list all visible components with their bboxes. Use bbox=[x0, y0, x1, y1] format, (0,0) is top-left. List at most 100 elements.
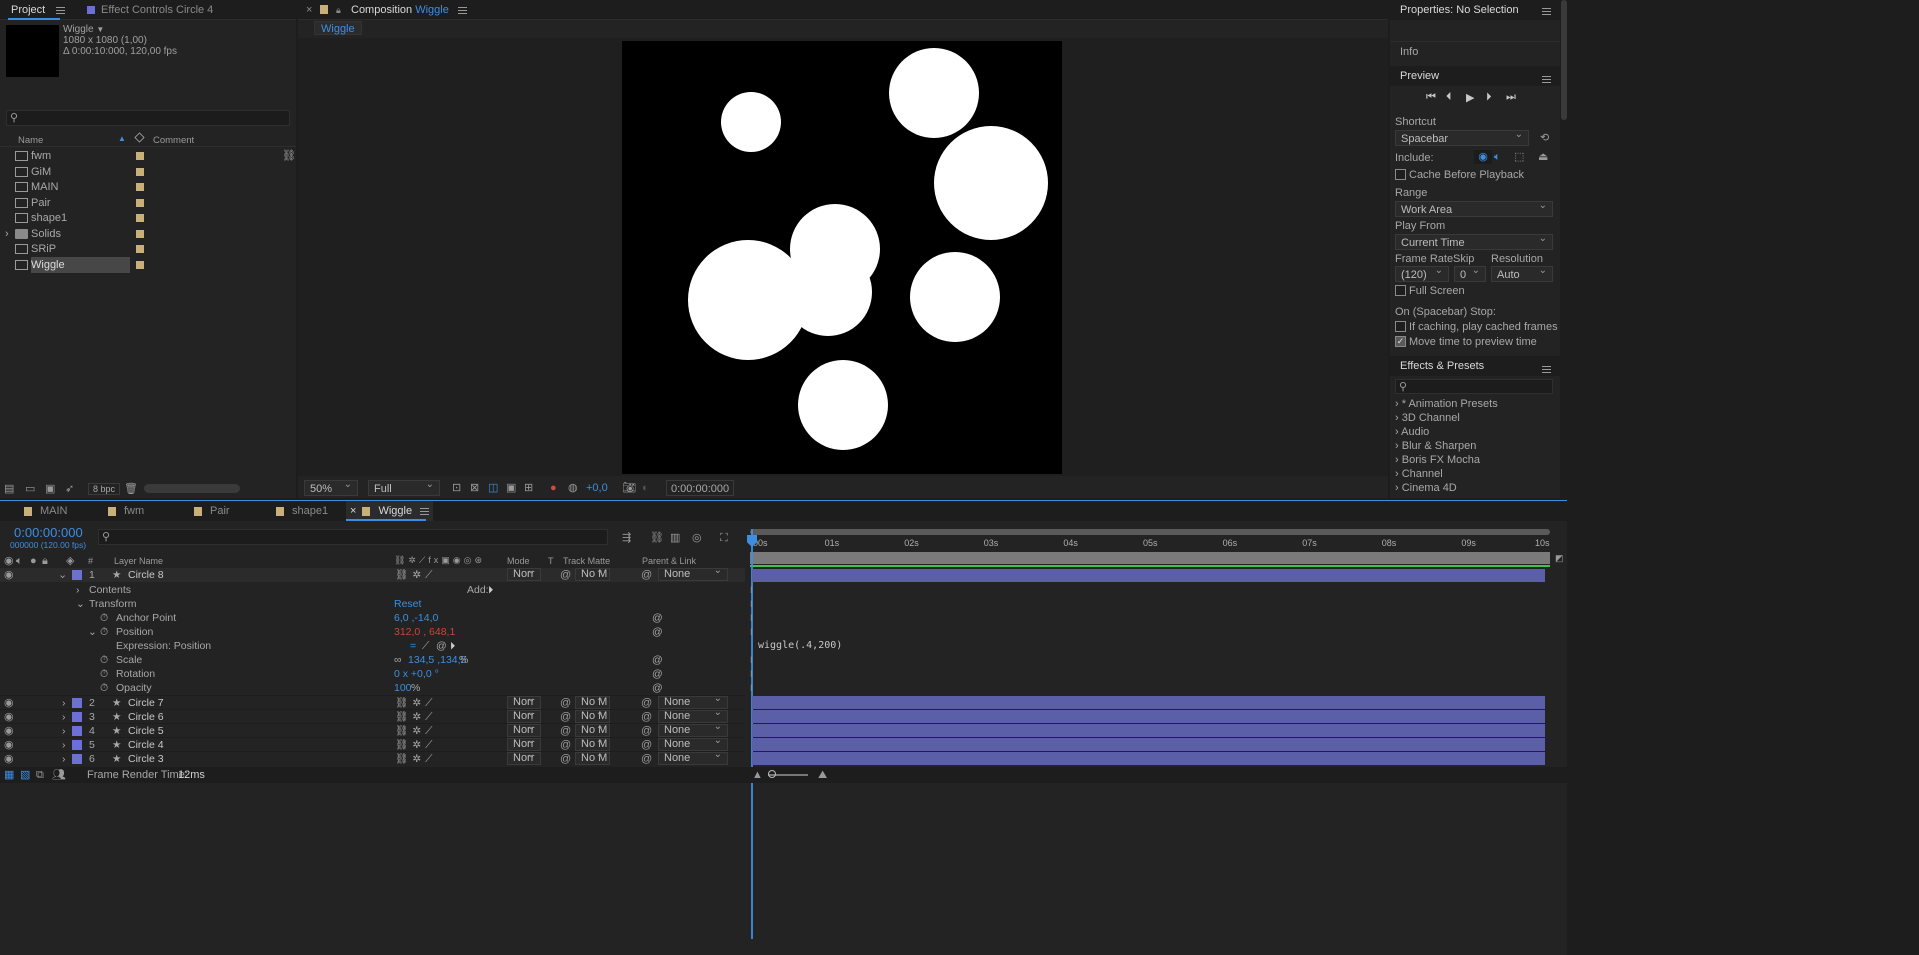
layer-duration-bar[interactable] bbox=[752, 724, 1545, 737]
link-pickwhip-icon[interactable]: @ bbox=[560, 738, 571, 752]
twirl-closed-icon[interactable]: › bbox=[62, 724, 66, 738]
layer-duration-bar[interactable] bbox=[752, 710, 1545, 723]
pickwhip-icon[interactable]: @ bbox=[652, 611, 663, 625]
label-swatch[interactable] bbox=[136, 214, 144, 222]
project-item[interactable]: fwm ⛓︎ bbox=[0, 148, 296, 164]
chevron-down-icon[interactable]: ▼ bbox=[96, 25, 104, 34]
contents-label[interactable]: Contents bbox=[89, 583, 131, 597]
twirl-closed-icon[interactable]: › bbox=[1395, 412, 1399, 424]
twirl-closed-icon[interactable]: › bbox=[5, 226, 9, 242]
layer-name[interactable]: Circle 7 bbox=[128, 696, 164, 710]
pickwhip-icon[interactable]: @ bbox=[652, 667, 663, 681]
track-matte-dropdown[interactable]: No M bbox=[575, 710, 610, 723]
external-monitor-icon[interactable]: ⏏︎ bbox=[1538, 150, 1548, 164]
color-management-icon[interactable]: ◍ bbox=[568, 481, 578, 495]
parent-pickwhip-icon[interactable]: @ bbox=[641, 696, 652, 710]
project-item[interactable]: SRiP bbox=[0, 241, 280, 257]
graph-icon[interactable]: ⟋ bbox=[422, 639, 429, 653]
parent-pickwhip-icon[interactable]: @ bbox=[641, 568, 652, 582]
timeline-tab[interactable]: MAIN bbox=[20, 501, 72, 521]
scale-row[interactable]: ⏱︎ Scale ∞ 134,5 ,134,5 % @ bbox=[0, 653, 745, 667]
project-search-input[interactable]: ⚲ bbox=[6, 110, 290, 126]
mode-dropdown[interactable]: Norr bbox=[507, 710, 541, 723]
timeline-tab[interactable]: fwm bbox=[104, 501, 148, 521]
visibility-eye-icon[interactable]: ◉ bbox=[4, 738, 14, 752]
shy-layers-icon[interactable]: ▥ bbox=[670, 531, 680, 545]
col-name[interactable]: Name bbox=[18, 135, 43, 146]
render-queue-icon[interactable]: ➶ bbox=[65, 482, 74, 496]
panel-menu-icon[interactable] bbox=[56, 6, 66, 14]
track-matte-dropdown[interactable]: No M bbox=[575, 568, 610, 581]
timeline-tab[interactable]: Pair bbox=[190, 501, 234, 521]
position-row[interactable]: ⌄ ⏱︎ Position 312,0 , 648,1 @ bbox=[0, 625, 745, 639]
twirl-open-icon[interactable]: ⌄ bbox=[76, 597, 85, 611]
layer-duration-bar[interactable] bbox=[752, 696, 1545, 709]
layer-duration-bar[interactable] bbox=[752, 569, 1545, 582]
timeline-tab[interactable]: × Wiggle bbox=[346, 501, 434, 521]
timeline-scrollbar[interactable]: ◩ bbox=[1555, 553, 1565, 583]
link-pickwhip-icon[interactable]: @ bbox=[560, 724, 571, 738]
layer-switches[interactable]: ⛓✲⟋ bbox=[395, 568, 436, 582]
visibility-eye-icon[interactable]: ◉ bbox=[4, 696, 14, 710]
project-item[interactable]: Pair bbox=[0, 195, 280, 211]
panel-menu-icon[interactable] bbox=[1542, 75, 1551, 83]
panel-menu-icon[interactable] bbox=[1542, 7, 1551, 15]
project-item[interactable]: MAIN bbox=[0, 179, 280, 195]
label-swatch[interactable] bbox=[136, 229, 144, 238]
layer-row[interactable]: ◉ › 3 ★ Circle 6 ⛓✲⟋ Norr @ No M @ None bbox=[0, 709, 745, 723]
layer-row[interactable]: ◉ › 4 ★ Circle 5 ⛓✲⟋ Norr @ No M @ None bbox=[0, 723, 745, 737]
position-value[interactable]: 312,0 , 648,1 bbox=[394, 625, 455, 639]
parent-dropdown[interactable]: None bbox=[658, 710, 728, 723]
opacity-value[interactable]: 100 bbox=[394, 681, 412, 695]
twirl-closed-icon[interactable]: › bbox=[1395, 398, 1399, 410]
stopwatch-icon[interactable]: ⏱︎ bbox=[100, 667, 108, 681]
play-from-dropdown[interactable]: Current Time bbox=[1395, 234, 1553, 250]
zoom-dropdown[interactable]: 50% bbox=[304, 480, 358, 496]
last-frame-icon[interactable]: ⏭︎ bbox=[1506, 91, 1516, 104]
layer-row[interactable]: ◉ › 6 ★ Circle 3 ⛓✲⟋ Norr @ No M @ None bbox=[0, 751, 745, 765]
solo-icon[interactable]: ● bbox=[30, 554, 37, 568]
expression-language-menu-icon[interactable]: ⏵︎ bbox=[450, 639, 455, 653]
twirl-closed-icon[interactable]: › bbox=[1395, 426, 1399, 438]
frame-rate-dropdown[interactable]: (120) bbox=[1395, 266, 1449, 282]
camera-snapshot-icon[interactable]: 📷︎ bbox=[622, 481, 636, 495]
parent-pickwhip-icon[interactable]: @ bbox=[641, 710, 652, 724]
twirl-closed-icon[interactable]: › bbox=[76, 583, 80, 597]
link-pickwhip-icon[interactable]: @ bbox=[560, 568, 571, 582]
frame-blending-icon[interactable]: ◎ bbox=[692, 531, 702, 545]
panel-menu-icon[interactable] bbox=[1542, 365, 1551, 373]
layer-label-swatch[interactable] bbox=[72, 570, 82, 580]
twirl-closed-icon[interactable]: › bbox=[1395, 482, 1399, 494]
twirl-closed-icon[interactable]: › bbox=[62, 738, 66, 752]
layer-switches[interactable]: ⛓✲⟋ bbox=[395, 738, 436, 752]
skip-dropdown[interactable]: 0 bbox=[1454, 266, 1486, 282]
comp-name[interactable]: Wiggle bbox=[63, 24, 94, 35]
layer-row[interactable]: ◉ › 5 ★ Circle 4 ⛓✲⟋ Norr @ No M @ None bbox=[0, 737, 745, 751]
layer-label-swatch[interactable] bbox=[72, 726, 82, 736]
twirl-open-icon[interactable]: ⌄ bbox=[88, 625, 97, 639]
video-eye-icon[interactable]: ◉ bbox=[4, 554, 14, 568]
rotation-value[interactable]: 0 x +0,0 ° bbox=[394, 667, 439, 681]
parent-pickwhip-icon[interactable]: @ bbox=[641, 752, 652, 766]
stopwatch-icon[interactable]: ⏱︎ bbox=[100, 611, 108, 625]
timeline-tab[interactable]: shape1 bbox=[272, 501, 332, 521]
layer-name[interactable]: Circle 6 bbox=[128, 710, 164, 724]
layer-name[interactable]: Circle 5 bbox=[128, 724, 164, 738]
show-snapshot-icon[interactable]: ◐ bbox=[642, 481, 649, 495]
mode-dropdown[interactable]: Norr bbox=[507, 724, 541, 737]
range-dropdown[interactable]: Work Area bbox=[1395, 201, 1553, 217]
project-item[interactable]: › Solids bbox=[0, 226, 280, 242]
layer-label-swatch[interactable] bbox=[72, 754, 82, 764]
project-item[interactable]: shape1 bbox=[0, 210, 280, 226]
layer-name[interactable]: Circle 3 bbox=[128, 752, 164, 766]
label-swatch[interactable] bbox=[136, 245, 144, 253]
transfer-controls-toggle-icon[interactable]: ▧ bbox=[20, 768, 30, 782]
comp-canvas[interactable] bbox=[622, 41, 1062, 474]
link-pickwhip-icon[interactable]: @ bbox=[560, 696, 571, 710]
tab-project[interactable]: Project bbox=[11, 0, 66, 20]
link-pickwhip-icon[interactable]: @ bbox=[560, 710, 571, 724]
resolution-dropdown[interactable]: Full bbox=[368, 480, 440, 496]
preview-title[interactable]: Preview bbox=[1400, 70, 1439, 82]
panel-menu-icon[interactable] bbox=[420, 507, 430, 515]
lock-icon[interactable]: 🔒︎ bbox=[336, 0, 341, 20]
